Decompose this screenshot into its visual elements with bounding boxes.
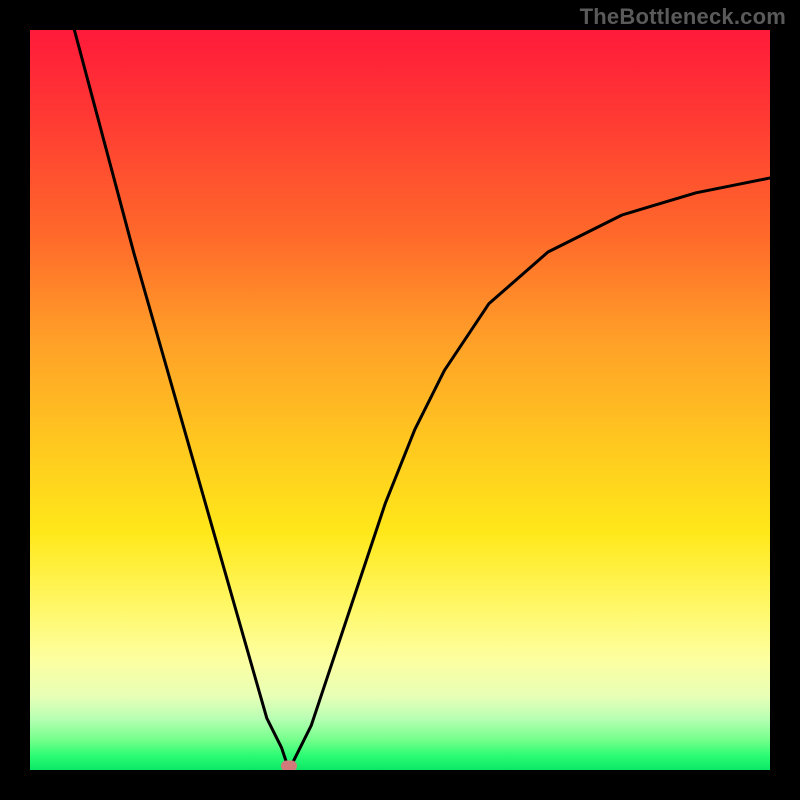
watermark-text: TheBottleneck.com <box>580 4 786 30</box>
chart-frame: TheBottleneck.com <box>0 0 800 800</box>
optimum-marker <box>281 761 297 770</box>
bottleneck-curve <box>30 30 770 770</box>
curve-path <box>74 30 770 770</box>
plot-area <box>30 30 770 770</box>
